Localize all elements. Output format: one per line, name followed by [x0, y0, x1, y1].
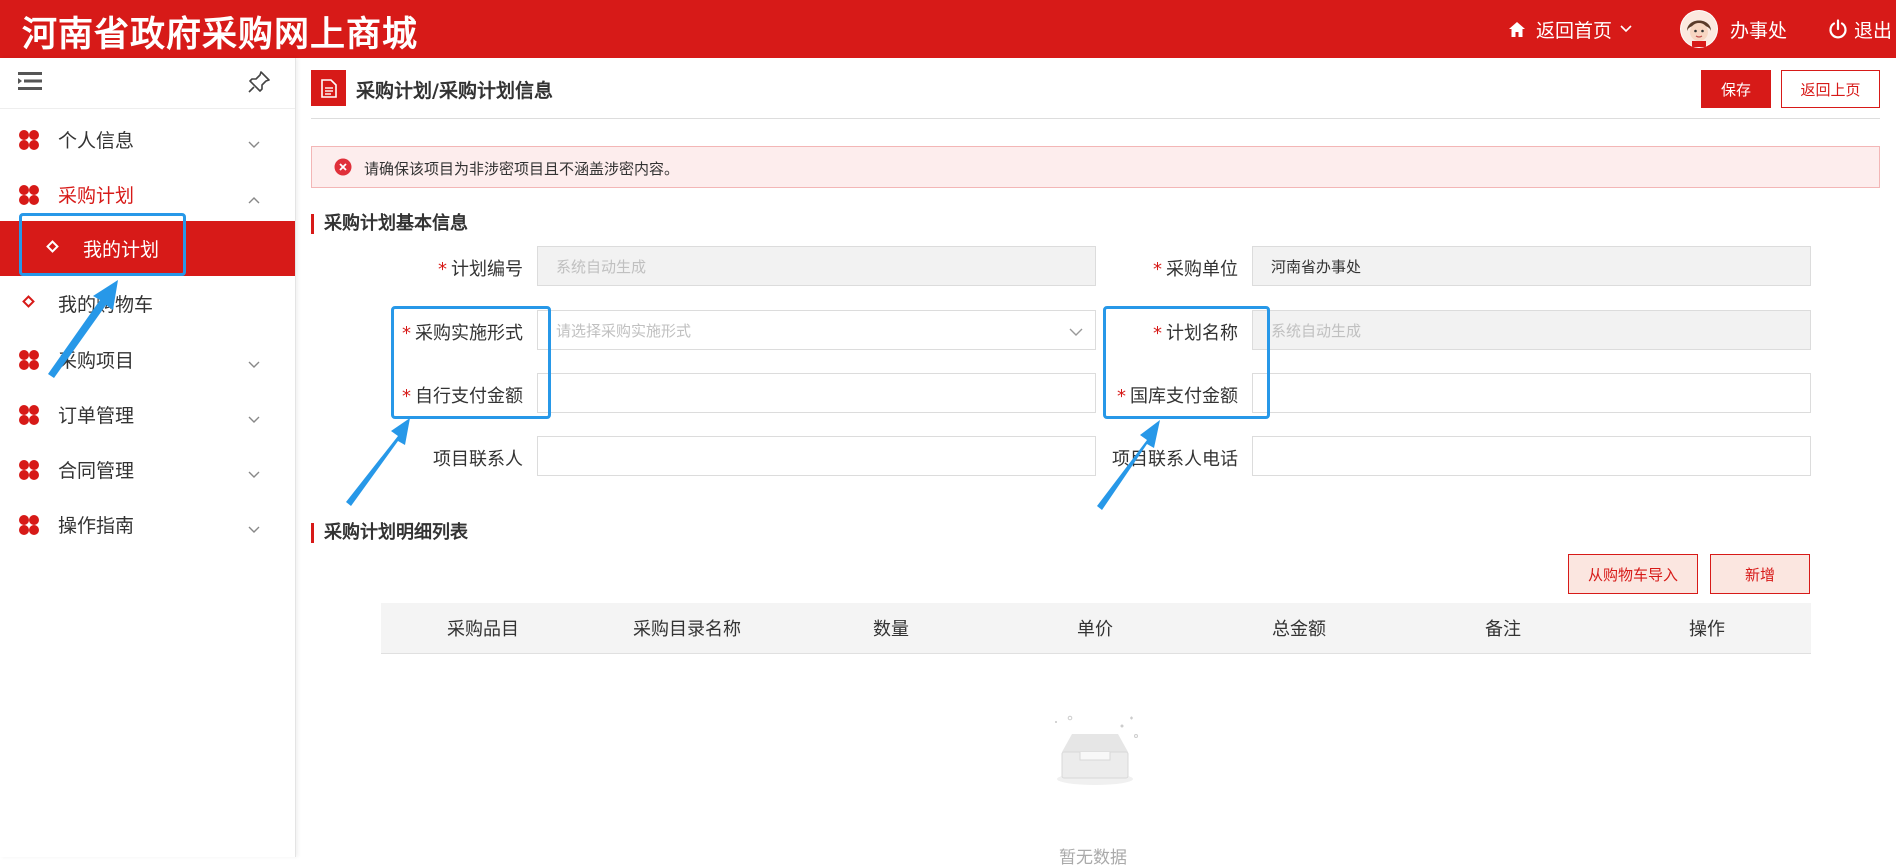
sidebar-item-label: 合同管理: [58, 460, 135, 482]
contact-label: 项目联系人: [433, 449, 523, 470]
add-button[interactable]: 新增: [1710, 554, 1810, 594]
table-header: 采购品目 采购目录名称 数量 单价 总金额 备注 操作: [381, 603, 1811, 654]
user-menu[interactable]: 办事处: [1680, 0, 1787, 58]
error-icon: [334, 158, 352, 180]
avatar: [1680, 10, 1718, 48]
column-header: 操作: [1689, 619, 1725, 640]
sidebar-item-label: 个人信息: [58, 130, 135, 152]
sidebar-item-label: 采购计划: [58, 185, 135, 207]
top-bar: 河南省政府采购网上商城 返回首页 办事处 退出: [0, 0, 1896, 58]
clover-icon: [18, 404, 40, 431]
page-title: 采购计划/采购计划信息: [356, 80, 553, 102]
plan-name-field: 系统自动生成: [1252, 310, 1811, 350]
import-from-cart-button[interactable]: 从购物车导入: [1568, 554, 1698, 594]
contact-phone-label: 项目联系人电话: [1112, 449, 1238, 470]
logout-button[interactable]: 退出: [1828, 0, 1892, 58]
chevron-down-icon: [248, 517, 260, 539]
section-detail-list-title: 采购计划明细列表: [311, 523, 468, 543]
home-link[interactable]: 返回首页: [1508, 0, 1632, 58]
pin-icon[interactable]: [247, 70, 271, 98]
sidebar-item-label: 采购项目: [58, 350, 135, 372]
unit-label: * 采购单位: [1153, 259, 1238, 280]
chevron-down-icon: [248, 462, 260, 484]
contact-input[interactable]: [537, 436, 1096, 476]
user-name: 办事处: [1730, 19, 1788, 42]
logout-label: 退出: [1854, 19, 1893, 42]
plan-no-field: 系统自动生成: [537, 246, 1096, 286]
contact-phone-input[interactable]: [1252, 436, 1811, 476]
purchase-unit-field: 河南省办事处: [1252, 246, 1811, 286]
sidebar-item-contract-management[interactable]: 合同管理: [0, 442, 295, 497]
column-header: 采购目录名称: [633, 619, 741, 640]
annotation-box: [1103, 306, 1270, 419]
site-brand: 河南省政府采购网上商城: [22, 14, 419, 55]
chevron-down-icon: [248, 132, 260, 154]
column-header: 单价: [1077, 619, 1113, 640]
method-select[interactable]: 请选择采购实施形式: [537, 310, 1096, 350]
clover-icon: [18, 184, 40, 211]
empty-box-icon: [1050, 712, 1140, 790]
back-button[interactable]: 返回上页: [1781, 70, 1880, 108]
home-label: 返回首页: [1536, 19, 1613, 42]
clover-icon: [18, 514, 40, 541]
chevron-down-icon: [1069, 323, 1083, 341]
annotation-box: [391, 306, 551, 419]
sidebar-item-label: 订单管理: [58, 405, 135, 427]
chevron-down-icon: [1620, 25, 1632, 33]
plan-no-label: * 计划编号: [438, 259, 523, 280]
method-placeholder: 请选择采购实施形式: [556, 321, 692, 340]
chevron-up-icon: [248, 187, 260, 209]
clover-icon: [18, 129, 40, 156]
menu-toggle-icon[interactable]: [18, 71, 42, 95]
column-header: 总金额: [1272, 619, 1326, 640]
self-pay-amount-input[interactable]: [537, 373, 1096, 413]
power-icon: [1828, 19, 1848, 39]
column-header: 备注: [1485, 619, 1521, 640]
column-header: 采购品目: [447, 619, 519, 640]
alert-text: 请确保该项目为非涉密项目且不涵盖涉密内容。: [364, 160, 680, 178]
clover-icon: [18, 459, 40, 486]
sidebar-item-order-management[interactable]: 订单管理: [0, 387, 295, 442]
sidebar-item-purchase-project[interactable]: 采购项目: [0, 332, 295, 387]
clover-icon: [18, 349, 40, 376]
page-header: 采购计划/采购计划信息: [311, 70, 1880, 119]
home-icon: [1508, 21, 1526, 38]
document-icon: [311, 70, 346, 106]
chevron-down-icon: [248, 407, 260, 429]
chevron-down-icon: [248, 352, 260, 374]
sidebar-item-label: 我的购物车: [58, 294, 154, 316]
save-button[interactable]: 保存: [1701, 70, 1771, 108]
sidebar-item-personal-info[interactable]: 个人信息: [0, 112, 295, 167]
column-header: 数量: [873, 619, 909, 640]
empty-text: 暂无数据: [1059, 848, 1127, 868]
annotation-box: [19, 213, 186, 276]
sidebar-item-my-cart[interactable]: 我的购物车: [0, 276, 295, 331]
sidebar-item-label: 操作指南: [58, 515, 135, 537]
diamond-icon: [22, 295, 35, 308]
section-basic-info-title: 采购计划基本信息: [311, 214, 468, 234]
sidebar-toolbar: [0, 58, 295, 109]
sidebar-item-operation-guide[interactable]: 操作指南: [0, 497, 295, 552]
warning-alert: 请确保该项目为非涉密项目且不涵盖涉密内容。: [311, 146, 1880, 188]
treasury-pay-amount-input[interactable]: [1252, 373, 1811, 413]
